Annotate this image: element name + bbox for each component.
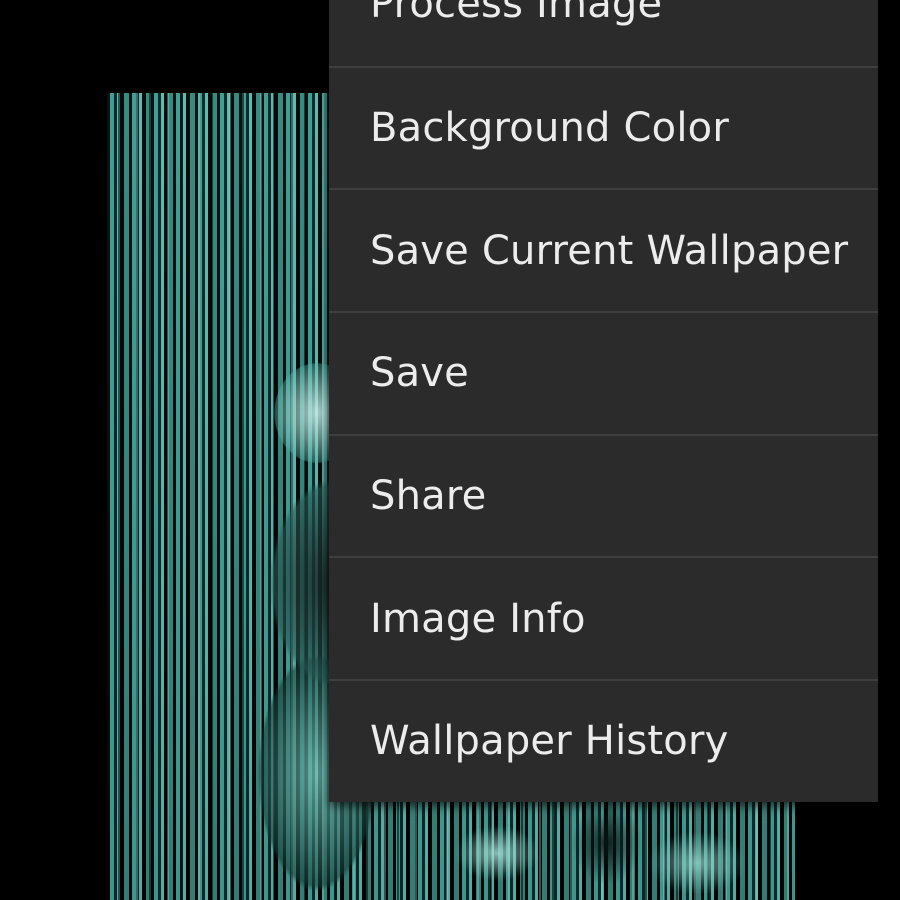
menu-item-label: Share xyxy=(370,473,487,520)
menu-item-background-color[interactable]: Background Color xyxy=(329,65,878,189)
menu-item-wallpaper-history[interactable]: Wallpaper History xyxy=(329,679,878,802)
menu-item-label: Image Info xyxy=(370,595,586,642)
screen: Process Image Background Color Save Curr… xyxy=(0,0,900,900)
menu-item-save-current-wallpaper[interactable]: Save Current Wallpaper xyxy=(329,188,878,311)
menu-item-save[interactable]: Save xyxy=(329,311,878,434)
menu-item-label: Background Color xyxy=(370,105,729,152)
menu-item-process-image[interactable]: Process Image xyxy=(329,0,878,66)
menu-item-share[interactable]: Share xyxy=(329,433,878,557)
overflow-menu: Process Image Background Color Save Curr… xyxy=(329,0,878,802)
menu-item-label: Wallpaper History xyxy=(370,718,729,765)
menu-item-label: Process Image xyxy=(370,0,663,28)
menu-item-image-info[interactable]: Image Info xyxy=(329,556,878,679)
menu-item-label: Save xyxy=(370,350,469,397)
menu-item-label: Save Current Wallpaper xyxy=(370,227,849,274)
